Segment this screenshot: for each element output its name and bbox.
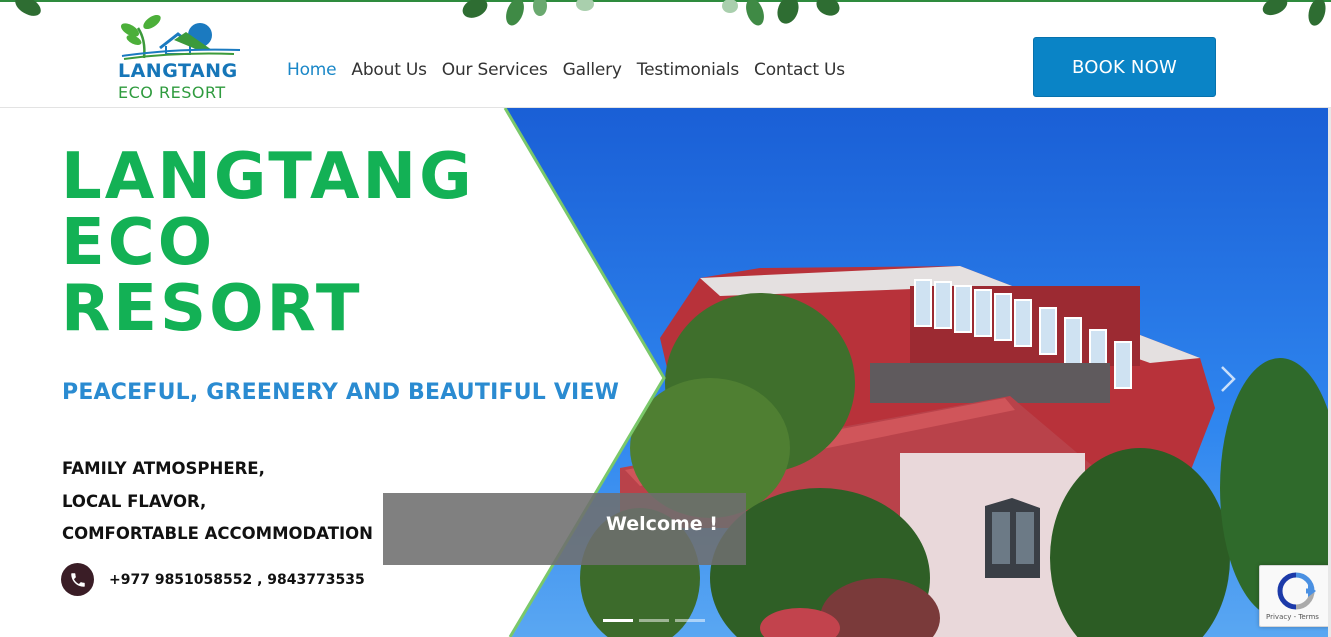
hero-title-line: ECO [61,206,216,280]
leaf-decoration-icon [462,0,594,26]
feature-item: FAMILY ATMOSPHERE, [62,459,265,478]
recaptcha-badge[interactable]: Privacy - Terms [1259,565,1331,627]
hero-slider: LANGTANG ECO RESORT PEACEFUL, GREENERY A… [0,108,1331,637]
leaf-decoration-icon [722,0,840,26]
slide-indicator[interactable] [603,619,633,622]
page: LANGTANG ECO RESORT Home About Us Our Se… [0,0,1331,637]
nav-item-contact-us[interactable]: Contact Us [754,60,845,80]
main-nav: Home About Us Our Services Gallery Testi… [287,60,860,80]
nav-item-our-services[interactable]: Our Services [442,60,548,80]
slide-indicator[interactable] [639,619,669,622]
hero-subtitle: PEACEFUL, GREENERY AND BEAUTIFUL VIEW [62,380,620,405]
slide-indicator[interactable] [675,619,705,622]
hero-title: LANGTANG ECO RESORT [61,144,475,342]
phone-icon[interactable] [61,563,94,596]
slide-caption: Welcome ! [606,513,718,535]
nav-item-gallery[interactable]: Gallery [563,60,622,80]
logo-text-line2: ECO RESORT [118,83,226,102]
chevron-right-icon[interactable] [1216,364,1240,394]
nav-item-about-us[interactable]: About Us [351,60,427,80]
phone-numbers[interactable]: +977 9851058552 , 9843773535 [109,572,365,588]
site-header: LANGTANG ECO RESORT Home About Us Our Se… [0,0,1331,108]
book-now-button[interactable]: BOOK NOW [1033,37,1216,97]
nav-item-home[interactable]: Home [287,60,337,80]
hero-title-line: RESORT [61,272,363,346]
hero-features: FAMILY ATMOSPHERE, LOCAL FLAVOR, COMFORT… [62,453,373,551]
nav-item-testimonials[interactable]: Testimonials [637,60,739,80]
feature-item: LOCAL FLAVOR, [62,491,207,511]
recaptcha-links[interactable]: Privacy - Terms [1266,613,1319,621]
slide-indicators [603,619,705,622]
feature-item: COMFORTABLE ACCOMMODATION [62,524,373,543]
leaf-decoration-icon [15,0,41,16]
hero-title-line: LANGTANG [61,140,475,214]
logo-text-line1: LANGTANG [118,60,238,82]
leaf-decoration-icon [1262,0,1326,26]
recaptcha-icon [1277,572,1316,610]
